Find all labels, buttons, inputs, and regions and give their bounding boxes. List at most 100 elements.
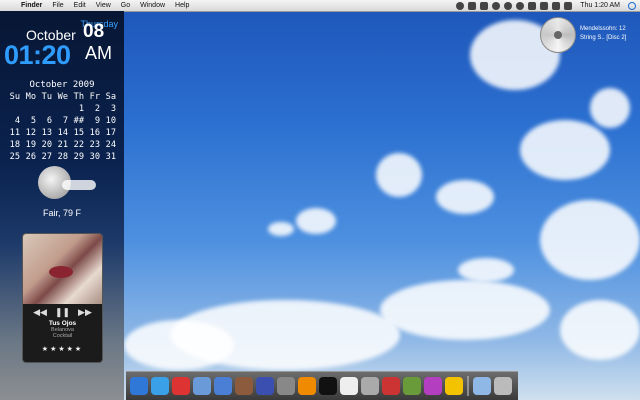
calendar-day: 13 — [41, 128, 52, 138]
menu-view[interactable]: View — [91, 0, 116, 11]
menu-go[interactable]: Go — [116, 0, 135, 11]
calendar-day: 18 — [9, 140, 20, 150]
menu-file[interactable]: File — [47, 0, 68, 11]
cloud — [520, 120, 610, 180]
menubar-clock[interactable]: Thu 1:20 AM — [576, 0, 624, 11]
pause-icon[interactable]: ❚❚ — [55, 307, 70, 318]
track-album: Cocktail — [52, 333, 73, 339]
bluetooth-icon[interactable] — [516, 1, 525, 10]
calendar-day: 26 — [25, 152, 36, 162]
calendar-day: 31 — [105, 152, 116, 162]
cloud — [436, 180, 494, 214]
menu-edit[interactable]: Edit — [69, 0, 91, 11]
guitar-icon[interactable] — [235, 377, 253, 395]
calendar-day: 19 — [25, 140, 36, 150]
calendar-day: 23 — [89, 140, 100, 150]
cloud — [458, 258, 514, 282]
status-icon[interactable] — [456, 1, 465, 10]
calendar-title: October 2009 — [29, 80, 95, 90]
menubar-extras: Thu 1:20 AM — [456, 0, 640, 11]
adium-duck-icon[interactable] — [445, 377, 463, 395]
calendar-day: 20 — [41, 140, 52, 150]
ical-icon[interactable] — [172, 377, 190, 395]
battery-icon[interactable] — [552, 1, 561, 10]
xcode-icon[interactable] — [403, 377, 421, 395]
mail-icon[interactable] — [480, 1, 489, 10]
cloud — [268, 222, 294, 236]
calendar-day: 15 — [73, 128, 84, 138]
vlc-icon[interactable] — [298, 377, 316, 395]
finder-icon[interactable] — [130, 377, 148, 395]
cloud-weather-icon — [62, 180, 96, 190]
calendar-day — [38, 103, 54, 115]
calendar-day: 7 — [62, 116, 68, 126]
calendar-day: 21 — [57, 140, 68, 150]
calendar-weekday-header: Tu — [41, 92, 52, 102]
spotlight-search-icon[interactable] — [628, 1, 636, 10]
rating-stars[interactable]: ★★★★★ — [23, 345, 102, 353]
now-playing-title: Mendelssohn: 12 — [580, 26, 626, 32]
downloads-folder-icon[interactable] — [473, 377, 491, 395]
calendar-day: 1 — [78, 104, 84, 114]
dock — [126, 371, 518, 400]
wifi-icon[interactable] — [528, 1, 537, 10]
cloud — [124, 320, 234, 370]
now-playing-subtitle: String S.. [Disc 2] — [580, 35, 627, 41]
volume-icon[interactable] — [540, 1, 549, 10]
calendar-day: 11 — [9, 128, 20, 138]
disk-utility-icon[interactable] — [277, 377, 295, 395]
input-menu-icon[interactable] — [564, 1, 573, 10]
calendar-weekday-header: Sa — [105, 92, 116, 102]
clock-time: 01:20 — [4, 40, 71, 70]
previous-track-icon[interactable]: ◀◀ — [33, 307, 47, 318]
safari-icon[interactable] — [151, 377, 169, 395]
album-art — [23, 234, 102, 304]
trash-icon[interactable] — [494, 377, 512, 395]
calendar-day: 9 — [94, 116, 100, 126]
calendar-day: 5 — [30, 116, 36, 126]
calendar-day: 3 — [110, 104, 116, 114]
track-title: Tus Ojos — [48, 320, 77, 327]
calendar-day — [22, 103, 38, 115]
calendar-weekday-header: Mo — [25, 92, 36, 102]
menu-window[interactable]: Window — [135, 0, 170, 11]
timemachine-icon[interactable] — [492, 1, 501, 10]
cloud — [376, 153, 422, 197]
calendar-day: 25 — [9, 152, 20, 162]
album-art-detail — [49, 266, 73, 278]
calendar-day: 28 — [57, 152, 68, 162]
next-track-icon[interactable]: ▶▶ — [78, 307, 92, 318]
calendar-weekday-header: Su — [9, 92, 20, 102]
terminal-icon[interactable] — [319, 377, 337, 395]
calendar-day — [6, 103, 22, 115]
calendar-day: ## — [73, 116, 84, 126]
weather-text: Fair, 79 F — [42, 208, 81, 218]
globe-icon[interactable] — [256, 377, 274, 395]
textedit-icon[interactable] — [340, 377, 358, 395]
cloud — [296, 208, 336, 234]
cloud — [380, 280, 550, 340]
calendar-day: 24 — [105, 140, 116, 150]
itunes-icon[interactable] — [214, 377, 232, 395]
iphoto-icon[interactable] — [193, 377, 211, 395]
calendar-day: 10 — [105, 116, 116, 126]
menu-finder[interactable]: Finder — [16, 0, 47, 11]
calendar-grid: Su Mo Tu We Th Fr Sa 1 2 3 4 5 6 7 ## 9 10 11 12 13 14 15 16 17… — [6, 91, 118, 163]
calculator-icon[interactable] — [361, 377, 379, 395]
calendar-day: 6 — [46, 116, 52, 126]
calendar-widget: October 2009 Su Mo Tu We Th Fr Sa 1 2 3 4 5 6 7 ## 9 10 1… — [6, 80, 118, 163]
photo-booth-icon[interactable] — [424, 377, 442, 395]
calendar-weekday-header: Th — [73, 92, 84, 102]
cd-icon — [540, 17, 576, 53]
calendar-day: 4 — [14, 116, 20, 126]
menu-help[interactable]: Help — [170, 0, 194, 11]
script-menu-icon[interactable] — [468, 1, 477, 10]
calendar-day — [54, 103, 70, 115]
color-wheel-icon[interactable] — [382, 377, 400, 395]
calendar-day: 30 — [89, 152, 100, 162]
clock-ampm: AM — [85, 43, 112, 63]
calendar-weekday-header: We — [57, 92, 68, 102]
date-day-number: 08 — [83, 21, 105, 42]
calendar-day: 12 — [25, 128, 36, 138]
sync-icon[interactable] — [504, 1, 513, 10]
